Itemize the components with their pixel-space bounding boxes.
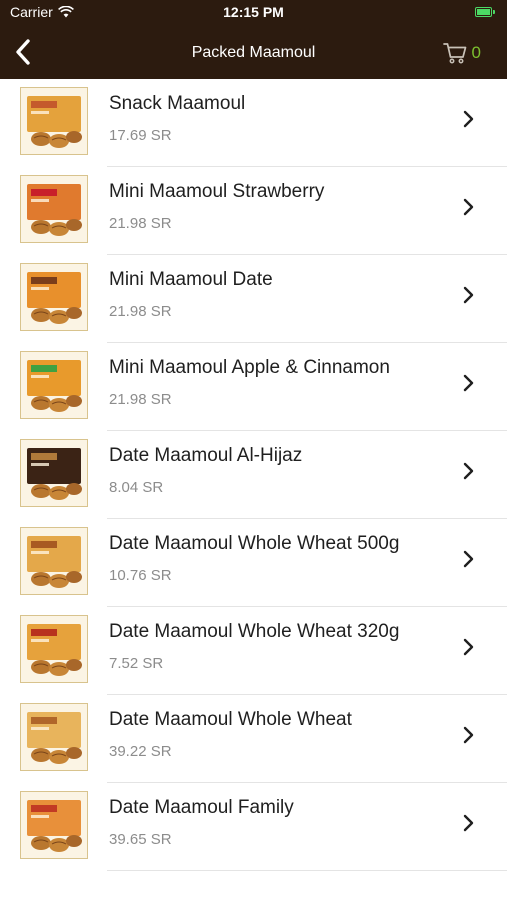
list-item[interactable]: Date Maamoul Whole Wheat 500g 10.76 SR — [0, 519, 507, 607]
chevron-right-icon — [463, 110, 474, 128]
product-name: Mini Maamoul Strawberry — [109, 181, 325, 202]
list-item[interactable]: Mini Maamoul Apple & Cinnamon 21.98 SR — [0, 343, 507, 431]
product-price: 8.04 SR — [109, 479, 164, 496]
product-price: 21.98 SR — [109, 303, 172, 320]
chevron-right-icon — [463, 814, 474, 832]
product-thumbnail — [20, 703, 88, 771]
chevron-right-icon — [463, 638, 474, 656]
chevron-right-icon — [463, 550, 474, 568]
product-name: Mini Maamoul Apple & Cinnamon — [109, 357, 390, 378]
list-item[interactable]: Date Maamoul Al-Hijaz 8.04 SR — [0, 431, 507, 519]
chevron-right-icon — [463, 374, 474, 392]
chevron-right-icon — [463, 726, 474, 744]
product-thumbnail — [20, 527, 88, 595]
product-price: 21.98 SR — [109, 391, 172, 408]
product-price: 10.76 SR — [109, 567, 172, 584]
chevron-right-icon — [463, 462, 474, 480]
shopping-cart-icon — [442, 43, 466, 64]
chevron-right-icon — [463, 286, 474, 304]
chevron-left-icon — [16, 39, 30, 65]
status-time: 12:15 PM — [223, 4, 284, 20]
product-name: Date Maamoul Whole Wheat 500g — [109, 533, 400, 554]
back-button[interactable] — [6, 34, 40, 70]
product-thumbnail — [20, 263, 88, 331]
product-name: Mini Maamoul Date — [109, 269, 273, 290]
product-thumbnail — [20, 615, 88, 683]
product-thumbnail — [20, 791, 88, 859]
list-item[interactable]: Mini Maamoul Date 21.98 SR — [0, 255, 507, 343]
product-price: 17.69 SR — [109, 127, 172, 144]
chevron-right-icon — [463, 198, 474, 216]
cart-button[interactable]: 0 — [442, 40, 481, 66]
status-bar: Carrier 12:15 PM — [0, 0, 507, 26]
product-name: Date Maamoul Al-Hijaz — [109, 445, 303, 466]
product-price: 39.22 SR — [109, 743, 172, 760]
product-price: 7.52 SR — [109, 655, 164, 672]
list-item[interactable]: Date Maamoul Whole Wheat 320g 7.52 SR — [0, 607, 507, 695]
page-title: Packed Maamoul — [191, 44, 316, 61]
nav-bar: Packed Maamoul 0 — [0, 26, 507, 79]
list-item[interactable]: Snack Maamoul 17.69 SR — [0, 79, 507, 167]
product-thumbnail — [20, 351, 88, 419]
product-name: Date Maamoul Whole Wheat 320g — [109, 621, 400, 642]
product-price: 39.65 SR — [109, 831, 172, 848]
product-price: 21.98 SR — [109, 215, 172, 232]
product-thumbnail — [20, 175, 88, 243]
product-list: Snack Maamoul 17.69 SR Mini Maamoul Strawb… — [0, 79, 507, 871]
list-item[interactable]: Mini Maamoul Strawberry 21.98 SR — [0, 167, 507, 255]
list-item[interactable]: Date Maamoul Family 39.65 SR — [0, 783, 507, 871]
product-thumbnail — [20, 439, 88, 507]
list-item[interactable]: Date Maamoul Whole Wheat 39.22 SR — [0, 695, 507, 783]
product-name: Snack Maamoul — [109, 93, 246, 114]
product-name: Date Maamoul Whole Wheat — [109, 709, 352, 730]
product-thumbnail — [20, 87, 88, 155]
app-header: Carrier 12:15 PM Packed Maamoul 0 — [0, 0, 507, 79]
cart-count: 0 — [471, 43, 481, 62]
battery-icon — [475, 7, 495, 17]
product-name: Date Maamoul Family — [109, 797, 294, 818]
